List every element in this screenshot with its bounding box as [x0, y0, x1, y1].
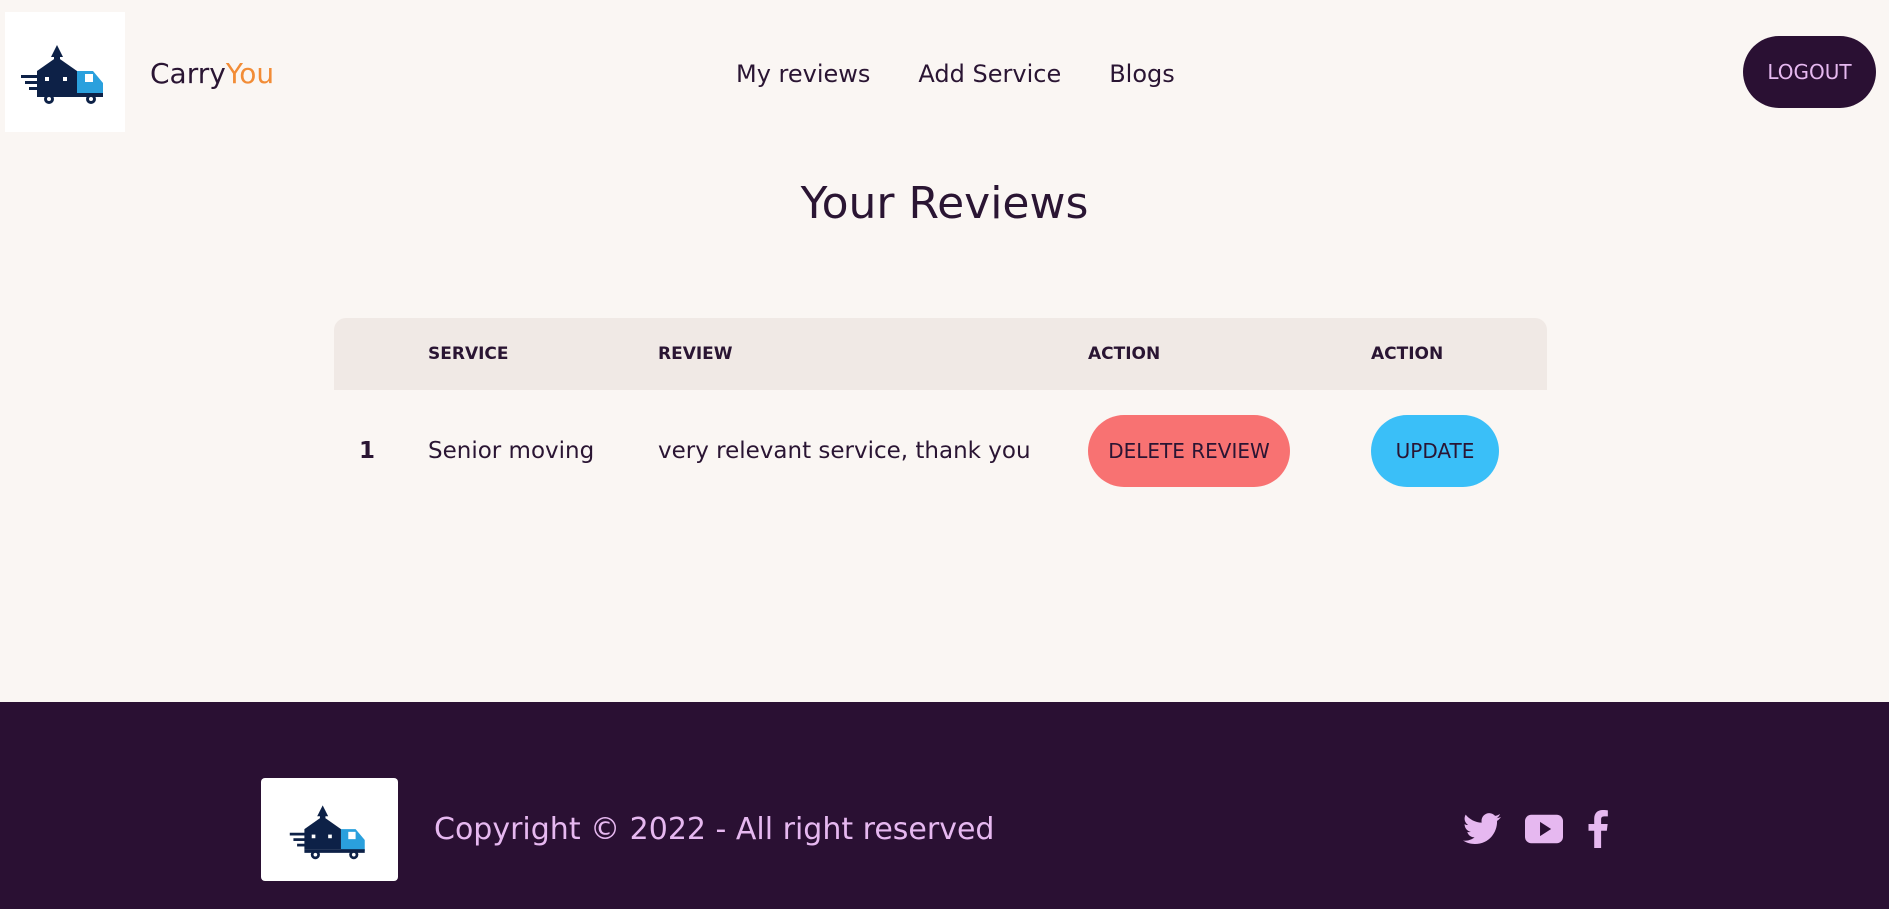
- row-index: 1: [359, 438, 376, 464]
- logout-button[interactable]: LOGOUT: [1743, 36, 1876, 108]
- delete-review-button[interactable]: DELETE REVIEW: [1088, 415, 1290, 487]
- row-review: very relevant service, thank you: [658, 438, 1031, 464]
- moving-truck-icon: [21, 45, 103, 104]
- main-nav: My reviews Add Service Blogs: [736, 56, 1175, 92]
- page-title: Your Reviews: [800, 178, 1089, 229]
- nav-my-reviews[interactable]: My reviews: [736, 56, 870, 92]
- nav-blogs[interactable]: Blogs: [1109, 56, 1175, 92]
- reviews-table: SERVICE REVIEW ACTION ACTION 1 Senior mo…: [334, 318, 1547, 512]
- update-button[interactable]: UPDATE: [1371, 415, 1499, 487]
- table-row: 1 Senior moving very relevant service, t…: [334, 390, 1547, 512]
- header-action-update: ACTION: [1371, 344, 1444, 364]
- row-service: Senior moving: [428, 438, 595, 464]
- brand-main: Carry: [150, 57, 226, 90]
- nav-add-service[interactable]: Add Service: [918, 56, 1061, 92]
- header-review: REVIEW: [658, 344, 733, 364]
- social-links: [1463, 810, 1609, 852]
- table-header: SERVICE REVIEW ACTION ACTION: [334, 318, 1547, 390]
- logo[interactable]: [5, 12, 125, 132]
- copyright-text: Copyright © 2022 - All right reserved: [434, 812, 995, 847]
- header-action-delete: ACTION: [1088, 344, 1161, 364]
- youtube-icon[interactable]: [1525, 814, 1563, 848]
- navbar: CarryYou My reviews Add Service Blogs LO…: [0, 0, 1889, 146]
- brand-accent: You: [225, 57, 275, 90]
- facebook-icon[interactable]: [1587, 810, 1609, 852]
- brand-name[interactable]: CarryYou: [150, 56, 274, 92]
- footer: Copyright © 2022 - All right reserved: [0, 702, 1889, 909]
- footer-logo: [261, 778, 398, 881]
- moving-truck-icon: [289, 804, 365, 859]
- header-service: SERVICE: [428, 344, 509, 364]
- twitter-icon[interactable]: [1463, 813, 1501, 849]
